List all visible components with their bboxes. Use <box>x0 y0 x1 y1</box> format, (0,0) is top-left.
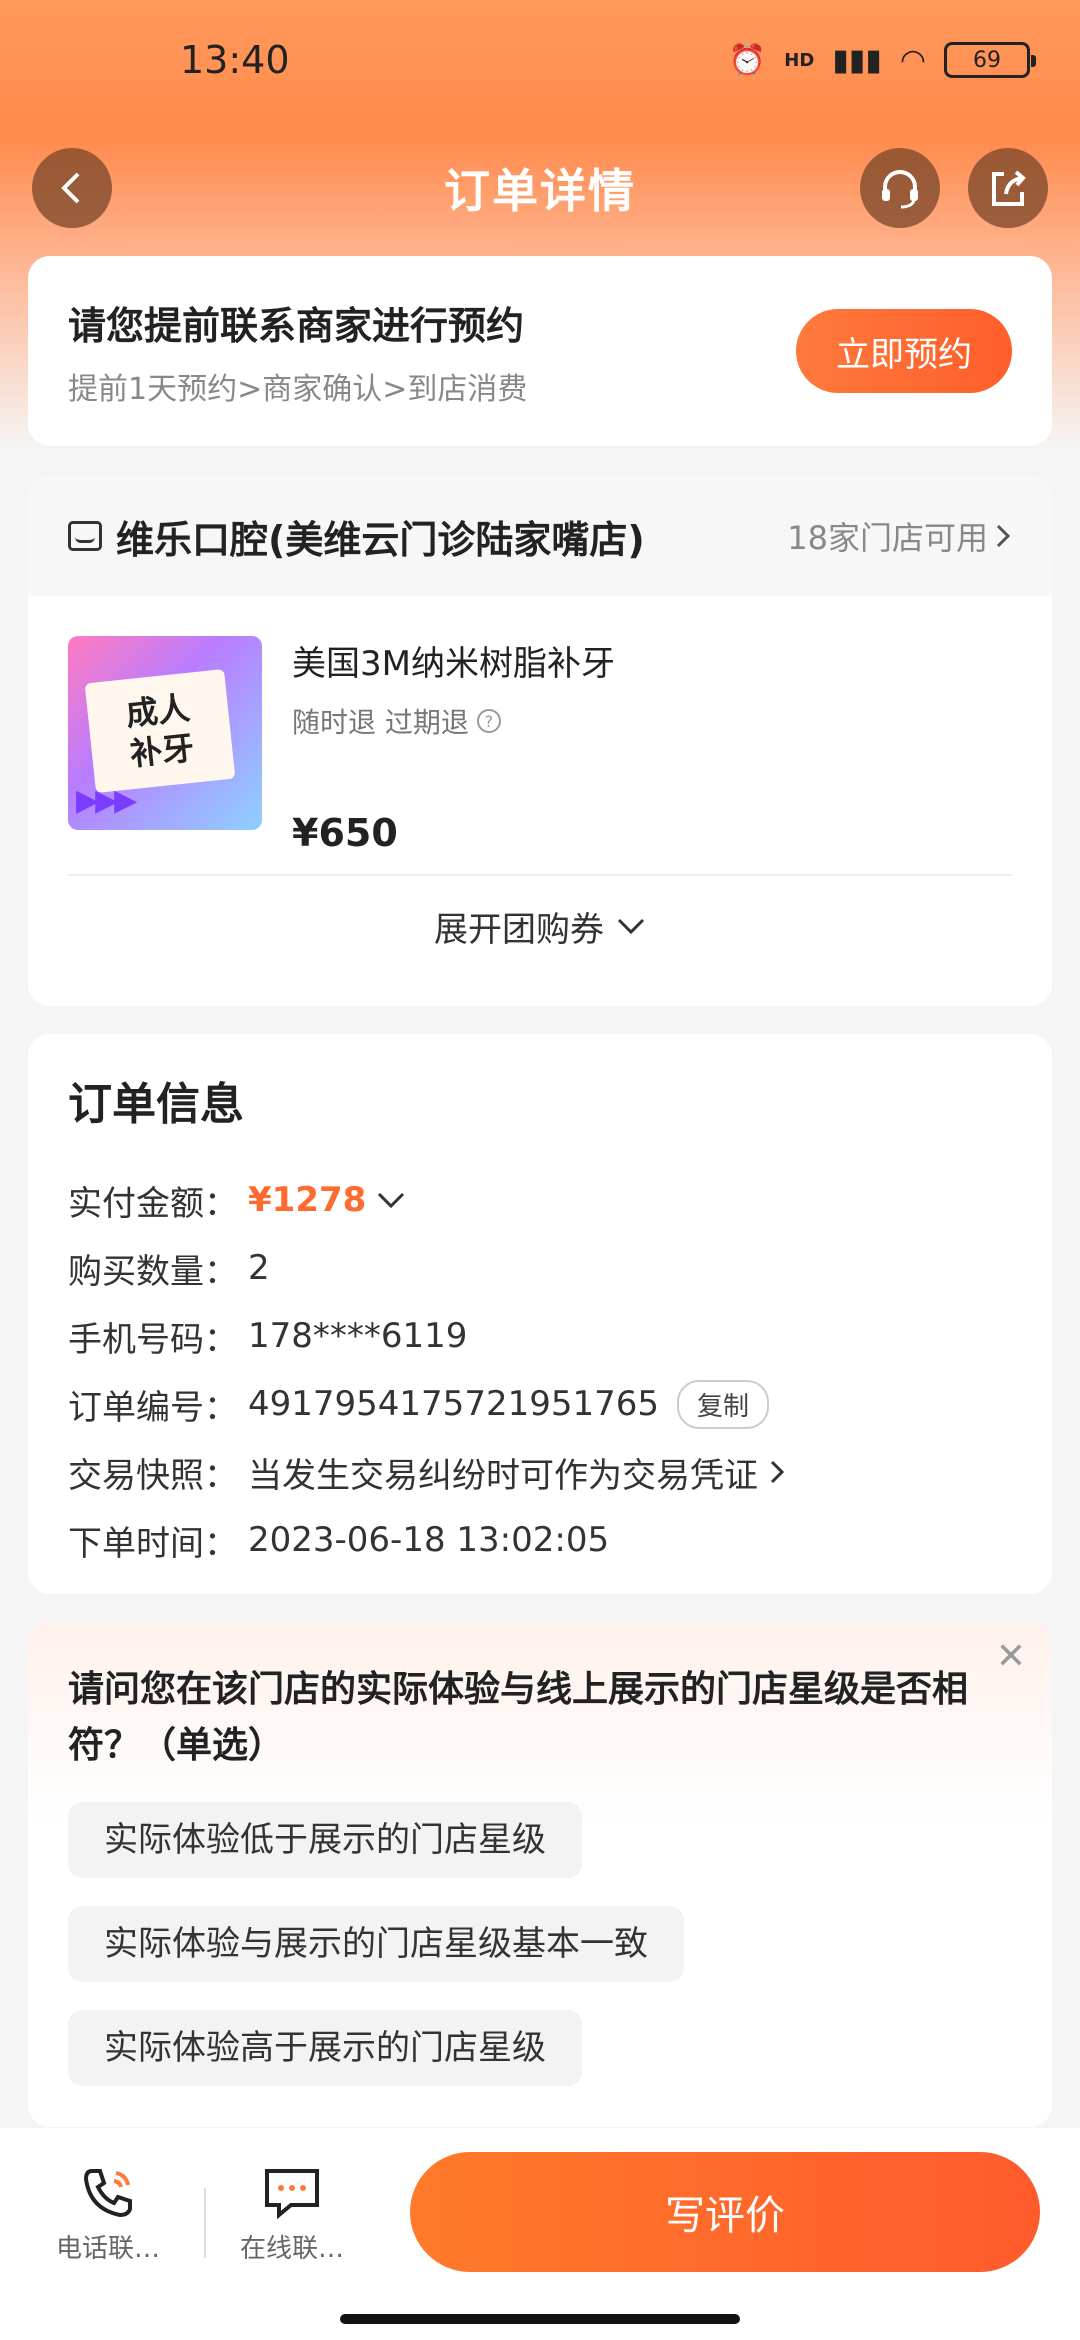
order-id-value: 4917954175721951765 <box>248 1384 660 1424</box>
back-button[interactable] <box>32 148 112 228</box>
survey-option[interactable]: 实际体验低于展示的门店星级 <box>68 1802 582 1878</box>
battery-icon: 69 <box>944 42 1036 78</box>
copy-button[interactable]: 复制 <box>677 1379 770 1429</box>
signal-icon: ▮▮▮ <box>832 42 882 78</box>
available-stores-link[interactable]: 18家门店可用 <box>787 513 1012 559</box>
alarm-icon: ⏰ <box>728 42 767 78</box>
store-header[interactable]: 维乐口腔(美维云门诊陆家嘴店) 18家门店可用 <box>28 476 1052 596</box>
info-value: ¥1278 <box>248 1180 406 1220</box>
reservation-steps: 提前1天预约>商家确认>到店消费 <box>68 371 528 407</box>
reservation-card: 请您提前联系商家进行预约 提前1天预约>商家确认>到店消费 立即预约 <box>28 256 1052 446</box>
share-button[interactable] <box>968 148 1048 228</box>
chevron-right-icon <box>770 1460 785 1484</box>
bottom-bar: 电话联… 在线联… 写评价 <box>0 2128 1080 2340</box>
info-label: 购买数量： <box>68 1251 238 1292</box>
survey-option-wrap: 实际体验高于展示的门店星级 <box>68 1982 1012 2086</box>
phone-contact-button[interactable]: 电话联… <box>38 2158 178 2265</box>
order-info-title: 订单信息 <box>68 1079 244 1130</box>
write-review-button[interactable]: 写评价 <box>410 2152 1040 2272</box>
network-label: HD <box>784 49 815 71</box>
snapshot-link: 当发生交易纠纷时可作为交易凭证 <box>248 1448 786 1497</box>
available-stores-label: 18家门店可用 <box>787 519 988 557</box>
home-indicator <box>340 2314 740 2324</box>
quantity-value: 2 <box>248 1248 270 1288</box>
survey-question: 请问您在该门店的实际体验与线上展示的门店星级是否相符？（单选） <box>68 1669 969 1766</box>
product-info: 美国3M纳米树脂补牙 随时退 过期退 ? ¥650 <box>292 636 615 855</box>
phone-value: 178****6119 <box>248 1316 468 1356</box>
product-price: ¥650 <box>292 811 398 855</box>
info-row-order-id: 订单编号： 4917954175721951765 复制 <box>68 1370 1012 1438</box>
snapshot-value: 当发生交易纠纷时可作为交易凭证 <box>248 1455 758 1496</box>
info-label: 手机号码： <box>68 1319 238 1360</box>
online-contact-button[interactable]: 在线联… <box>222 2158 362 2265</box>
status-icons: ⏰ HD ▮▮▮ ◠ 69 <box>728 42 1036 78</box>
headset-icon <box>882 170 918 209</box>
status-time: 13:40 <box>180 38 290 82</box>
info-row-snapshot[interactable]: 交易快照： 当发生交易纠纷时可作为交易凭证 <box>68 1438 1012 1506</box>
page-title: 订单详情 <box>444 163 636 218</box>
expand-vouchers-button[interactable]: 展开团购券 <box>28 876 1052 976</box>
order-id-wrap: 4917954175721951765 复制 <box>248 1379 770 1429</box>
chevron-down-icon <box>378 1192 405 1209</box>
store-icon <box>68 521 102 551</box>
info-row-amount[interactable]: 实付金额： ¥1278 <box>68 1166 1012 1234</box>
reservation-text: 请您提前联系商家进行预约 提前1天预约>商家确认>到店消费 <box>68 295 527 408</box>
phone-icon <box>78 2158 138 2228</box>
survey-option[interactable]: 实际体验高于展示的门店星级 <box>68 2010 582 2086</box>
chevron-right-icon <box>996 524 1011 548</box>
info-label: 交易快照： <box>68 1455 238 1496</box>
survey-option[interactable]: 实际体验与展示的门店星级基本一致 <box>68 1906 684 1982</box>
store-name: 维乐口腔(美维云门诊陆家嘴店) <box>116 517 645 562</box>
arrows-decoration-icon: ▶▶▶ <box>76 783 137 818</box>
divider <box>204 2188 206 2258</box>
wifi-icon: ◠ <box>899 42 926 78</box>
info-row-order-time: 下单时间： 2023-06-18 13:02:05 <box>68 1506 1012 1574</box>
store-name-wrap: 维乐口腔(美维云门诊陆家嘴店) <box>68 509 645 564</box>
chevron-left-icon <box>61 172 80 204</box>
status-bar: 13:40 ⏰ HD ▮▮▮ ◠ 69 <box>0 0 1080 120</box>
paid-amount: ¥1278 <box>248 1180 367 1220</box>
refund-policy: 随时退 过期退 ? <box>292 701 615 741</box>
share-icon <box>992 170 1026 206</box>
product-image-label: 成人 补牙 <box>84 668 236 794</box>
product-row[interactable]: 成人 补牙 ▶▶▶ 美国3M纳米树脂补牙 随时退 过期退 ? ¥650 <box>28 596 1052 855</box>
product-image-text-1: 成人 <box>124 688 192 734</box>
info-label: 实付金额： <box>68 1183 238 1224</box>
chevron-down-icon <box>617 918 645 935</box>
online-contact-label: 在线联… <box>239 2234 344 2264</box>
product-name: 美国3M纳米树脂补牙 <box>292 644 615 684</box>
nav-bar: 订单详情 <box>0 120 1080 255</box>
order-time-value: 2023-06-18 13:02:05 <box>248 1520 610 1560</box>
info-label: 下单时间： <box>68 1523 238 1564</box>
survey-card: ✕ 请问您在该门店的实际体验与线上展示的门店星级是否相符？（单选） 实际体验低于… <box>28 1622 1052 2127</box>
product-image: 成人 补牙 ▶▶▶ <box>68 636 262 830</box>
reservation-title: 请您提前联系商家进行预约 <box>68 303 525 348</box>
customer-service-button[interactable] <box>860 148 940 228</box>
info-row-phone: 手机号码： 178****6119 <box>68 1302 1012 1370</box>
battery-level: 69 <box>973 47 1001 73</box>
expand-vouchers-label: 展开团购券 <box>434 909 604 950</box>
chat-icon <box>261 2158 323 2228</box>
reserve-now-button[interactable]: 立即预约 <box>796 309 1012 393</box>
store-card: 维乐口腔(美维云门诊陆家嘴店) 18家门店可用 成人 补牙 ▶▶▶ 美国3M纳米… <box>28 476 1052 1006</box>
survey-option-wrap: 实际体验低于展示的门店星级 <box>68 1774 1012 1878</box>
survey-option-wrap: 实际体验与展示的门店星级基本一致 <box>68 1878 1012 1982</box>
info-label: 订单编号： <box>68 1387 238 1428</box>
refund-policy-text: 随时退 过期退 <box>292 706 469 739</box>
order-info-card: 订单信息 实付金额： ¥1278 购买数量： 2 手机号码： 178****61… <box>28 1034 1052 1594</box>
close-icon[interactable]: ✕ <box>996 1636 1026 1677</box>
help-icon[interactable]: ? <box>476 709 501 733</box>
product-image-text-2: 补牙 <box>128 728 196 774</box>
info-row-quantity: 购买数量： 2 <box>68 1234 1012 1302</box>
phone-contact-label: 电话联… <box>55 2234 160 2264</box>
